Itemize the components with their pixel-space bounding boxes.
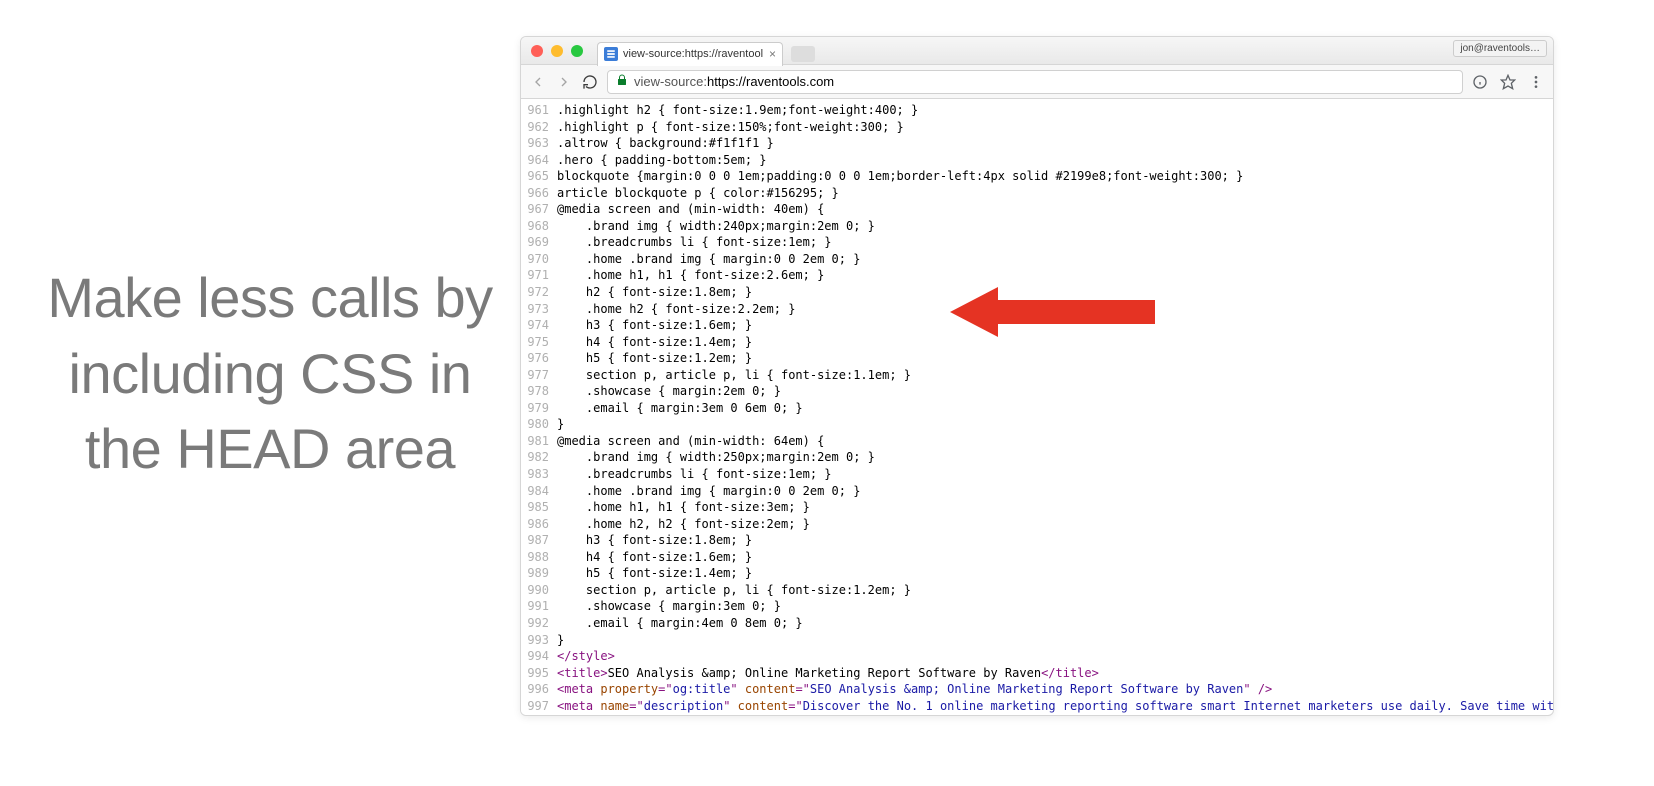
new-tab-button[interactable]	[791, 46, 815, 62]
window-controls	[531, 45, 583, 57]
window-close-button[interactable]	[531, 45, 543, 57]
window-zoom-button[interactable]	[571, 45, 583, 57]
lock-icon	[616, 74, 628, 89]
url-scheme: view-source:	[634, 74, 707, 89]
back-button[interactable]	[529, 73, 547, 91]
url-host: https://raventools.com	[707, 74, 834, 89]
source-lines: .highlight h2 { font-size:1.9em;font-wei…	[555, 99, 1553, 715]
tab-close-icon[interactable]: ×	[769, 47, 776, 61]
forward-button[interactable]	[555, 73, 573, 91]
reload-button[interactable]	[581, 73, 599, 91]
browser-window: view-source:https://raventool × jon@rave…	[520, 36, 1554, 716]
favicon-icon	[604, 47, 618, 61]
slide-headline: Make less calls by including CSS in the …	[40, 260, 500, 487]
url-display: view-source:https://raventools.com	[634, 74, 834, 89]
tab-title: view-source:https://raventool	[623, 48, 763, 60]
profile-chip[interactable]: jon@raventools…	[1453, 40, 1547, 57]
address-bar[interactable]: view-source:https://raventools.com	[607, 70, 1463, 94]
site-info-icon[interactable]	[1471, 73, 1489, 91]
window-minimize-button[interactable]	[551, 45, 563, 57]
browser-toolbar: view-source:https://raventools.com	[521, 65, 1553, 99]
bookmark-star-icon[interactable]	[1499, 73, 1517, 91]
browser-titlebar: view-source:https://raventool × jon@rave…	[521, 37, 1553, 65]
menu-icon[interactable]	[1527, 73, 1545, 91]
line-number-gutter: 9619629639649659669679689699709719729739…	[521, 99, 555, 715]
browser-tab[interactable]: view-source:https://raventool ×	[597, 42, 783, 66]
source-content[interactable]: 9619629639649659669679689699709719729739…	[521, 99, 1553, 715]
toolbar-right-icons	[1471, 73, 1545, 91]
